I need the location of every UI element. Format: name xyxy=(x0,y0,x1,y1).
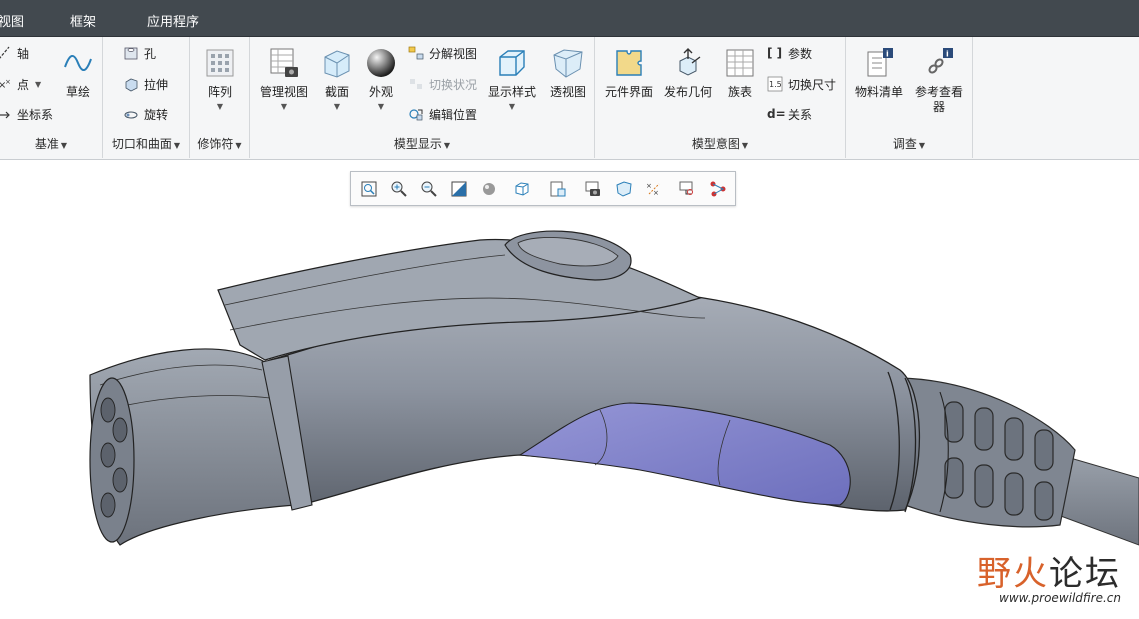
explode-view-icon xyxy=(408,46,424,60)
group-cut-surface: 孔 拉伸 旋转 切口和曲面 ▼ xyxy=(103,37,190,158)
family-table-button[interactable]: 族表 xyxy=(719,47,761,100)
publish-geometry-icon xyxy=(679,48,701,76)
group-decor: 阵列 ▼ 修饰符 ▼ xyxy=(190,37,250,158)
perspective-icon xyxy=(553,49,583,78)
component-interface-button[interactable]: 元件界面 xyxy=(603,47,655,100)
relations-button[interactable]: d= 关系 xyxy=(767,105,812,123)
revolve-button[interactable]: 旋转 xyxy=(123,105,168,123)
chevron-down-icon[interactable]: ▼ xyxy=(318,102,356,111)
parameters-button[interactable]: [ ] 参数 xyxy=(767,44,812,62)
edit-position-icon xyxy=(409,109,423,121)
chevron-down-icon: ▼ xyxy=(235,141,242,150)
graphics-toolbar: × × xyxy=(350,171,736,206)
point-icon: ×× xyxy=(0,78,11,91)
group-model-intent: 元件界面 发布几何 族表 [ ] 参数 1.5 切换尺寸 d= 关系 模型意图 ▼ xyxy=(595,37,846,158)
tab-view[interactable]: 视图 xyxy=(0,11,24,30)
zoom-in-icon[interactable] xyxy=(390,180,408,198)
svg-text:×: × xyxy=(5,78,11,86)
component-interface-icon xyxy=(616,50,642,76)
group-label-model-intent[interactable]: 模型意图 ▼ xyxy=(595,135,845,152)
chevron-down-icon: ▼ xyxy=(443,141,451,150)
revolve-icon xyxy=(124,111,138,119)
bom-icon: i xyxy=(867,48,893,77)
section-button[interactable]: 截面 ▼ xyxy=(318,47,356,111)
tab-frame[interactable]: 框架 xyxy=(70,11,96,30)
manage-views-icon xyxy=(270,48,298,77)
chevron-down-icon[interactable]: ▼ xyxy=(362,102,400,111)
reference-viewer-button[interactable]: i 参考查看器 xyxy=(910,47,968,115)
ribbon: 轴 × × 点 ▼ 坐标系 草绘 基准 ▼ 孔 拉伸 旋转 切口和曲面 ▼ 阵列… xyxy=(0,37,1139,160)
family-table-icon xyxy=(726,49,754,77)
group-investigate: i 物料清单 i 参考查看器 调查 ▼ xyxy=(846,37,973,158)
forum-watermark: 野火论坛 www.proewildfire.cn xyxy=(977,554,1121,605)
chevron-down-icon: ▼ xyxy=(173,141,181,150)
perspective-button[interactable]: 透视图 xyxy=(546,47,590,100)
edit-position-button[interactable]: 编辑位置 xyxy=(408,105,477,123)
zoom-out-icon[interactable] xyxy=(420,180,438,198)
group-label-investigate[interactable]: 调查 ▼ xyxy=(846,135,972,152)
extrude-button[interactable]: 拉伸 xyxy=(123,75,168,93)
switch-dimensions-button[interactable]: 1.5 切换尺寸 xyxy=(767,75,836,93)
extrude-icon xyxy=(125,78,138,92)
group-label-model-display[interactable]: 模型显示 ▼ xyxy=(250,135,594,152)
ribbon-tab-bar: 视图 框架 应用程序 xyxy=(0,0,1139,37)
chevron-down-icon: ▼ xyxy=(918,141,926,150)
parameters-icon: [ ] xyxy=(767,46,783,60)
bom-button[interactable]: i 物料清单 xyxy=(852,47,906,100)
datum-display-icon[interactable]: ×× xyxy=(645,180,663,198)
svg-text:i: i xyxy=(886,50,889,59)
hole-icon xyxy=(124,47,138,60)
section-icon xyxy=(324,50,350,78)
toggle-status-icon xyxy=(410,79,422,89)
chevron-down-icon: ▼ xyxy=(60,141,68,150)
appearance-button[interactable]: 外观 ▼ xyxy=(362,47,400,111)
spin-center-icon[interactable] xyxy=(678,180,696,198)
svg-text:1.5: 1.5 xyxy=(769,80,782,89)
view-manager-icon[interactable] xyxy=(549,180,567,198)
hole-button[interactable]: 孔 xyxy=(123,44,156,62)
switch-dimensions-icon: 1.5 xyxy=(767,76,783,92)
relations-icon: d= xyxy=(767,107,786,121)
tab-applications[interactable]: 应用程序 xyxy=(147,11,199,30)
perspective-icon[interactable] xyxy=(615,180,633,198)
annotation-display-icon[interactable] xyxy=(709,180,727,198)
sketch-button[interactable]: 草绘 xyxy=(58,47,98,100)
chevron-down-icon[interactable]: ▼ xyxy=(486,102,538,111)
csys-button[interactable]: 坐标系 xyxy=(0,105,53,123)
group-label-datum[interactable]: 基准 ▼ xyxy=(0,135,102,152)
group-label-cut-surface[interactable]: 切口和曲面 ▼ xyxy=(103,135,189,152)
chevron-down-icon: ▼ xyxy=(741,141,749,150)
repaint-icon[interactable] xyxy=(450,180,468,198)
refit-icon[interactable] xyxy=(360,180,378,198)
display-style-icon xyxy=(499,50,525,76)
camera-icon[interactable] xyxy=(584,180,602,198)
svg-text:×: × xyxy=(646,182,652,190)
publish-geometry-button[interactable]: 发布几何 xyxy=(661,47,715,100)
group-datum: 轴 × × 点 ▼ 坐标系 草绘 基准 ▼ xyxy=(0,37,103,158)
axis-icon xyxy=(0,46,10,59)
ev-charger-plug-model[interactable] xyxy=(0,161,1139,615)
display-style-button[interactable]: 显示样式 ▼ xyxy=(486,47,538,111)
axis-button[interactable]: 轴 xyxy=(0,44,29,62)
pattern-button[interactable]: 阵列 ▼ xyxy=(200,47,240,111)
manage-views-button[interactable]: 管理视图 ▼ xyxy=(258,47,310,111)
csys-icon xyxy=(0,111,10,119)
chevron-down-icon[interactable]: ▼ xyxy=(200,102,240,111)
group-model-display: 管理视图 ▼ 截面 ▼ 外观 ▼ 分解视图 切换状况 编辑位置 显示样式 ▼ 透… xyxy=(250,37,595,158)
svg-text:×: × xyxy=(653,189,659,197)
display-style-icon[interactable] xyxy=(480,180,498,198)
graphics-viewport[interactable]: 野火论坛 www.proewildfire.cn xyxy=(0,161,1139,615)
reference-viewer-icon: i xyxy=(928,48,953,74)
explode-view-button[interactable]: 分解视图 xyxy=(408,44,477,62)
point-dropdown-icon[interactable]: ▼ xyxy=(35,80,41,89)
pattern-icon xyxy=(206,49,234,77)
chevron-down-icon[interactable]: ▼ xyxy=(258,102,310,111)
svg-text:i: i xyxy=(946,50,949,59)
saved-orientations-icon[interactable] xyxy=(513,180,531,198)
sketch-icon xyxy=(64,55,92,71)
point-button[interactable]: × × 点 ▼ xyxy=(0,75,41,93)
group-label-decor[interactable]: 修饰符 ▼ xyxy=(190,135,249,152)
appearance-sphere-icon xyxy=(367,49,395,77)
toggle-status-button[interactable]: 切换状况 xyxy=(408,75,477,93)
